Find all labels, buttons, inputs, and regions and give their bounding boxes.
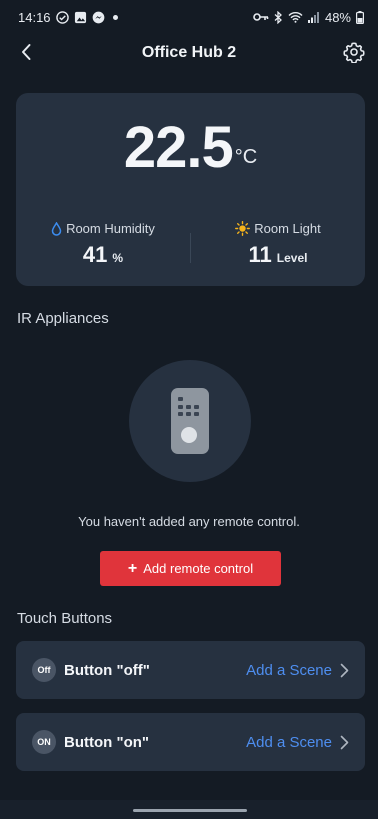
status-right: 48% bbox=[253, 10, 364, 25]
bluetooth-icon bbox=[274, 10, 283, 24]
check-circle-icon bbox=[55, 10, 69, 24]
humidity-label-row: Room Humidity bbox=[51, 221, 155, 236]
humidity-label: Room Humidity bbox=[66, 221, 155, 236]
app-header: Office Hub 2 bbox=[0, 34, 378, 72]
touch-button-row-on[interactable]: ON Button "on" Add a Scene bbox=[16, 713, 365, 771]
add-scene-link[interactable]: Add a Scene bbox=[246, 734, 332, 751]
light-value: 11 bbox=[248, 242, 272, 267]
settings-button[interactable] bbox=[340, 38, 368, 66]
humidity-value: 41 bbox=[82, 242, 108, 267]
chevron-right-icon bbox=[340, 735, 349, 750]
chevron-right-icon bbox=[340, 663, 349, 678]
temperature-value: 22.5 bbox=[123, 115, 234, 180]
wifi-icon bbox=[288, 11, 303, 23]
chevron-left-icon bbox=[22, 44, 31, 60]
status-left: 14:16 bbox=[18, 10, 118, 25]
off-badge-icon: Off bbox=[32, 658, 56, 682]
light-value-row: 11 Level bbox=[249, 242, 308, 268]
plus-icon: + bbox=[127, 559, 138, 577]
messenger-icon bbox=[92, 11, 105, 24]
empty-state-text: You haven't added any remote control. bbox=[78, 514, 300, 529]
add-remote-control-button[interactable]: + Add remote control bbox=[100, 551, 281, 586]
sensor-card: 22.5 °C Room Humidity 41 % Room Light 11… bbox=[16, 93, 365, 286]
humidity-metric: Room Humidity 41 % bbox=[16, 221, 190, 268]
add-scene-link[interactable]: Add a Scene bbox=[246, 662, 332, 679]
light-metric: Room Light 11 Level bbox=[191, 221, 365, 268]
back-button[interactable] bbox=[12, 38, 40, 66]
temperature-unit: °C bbox=[234, 146, 258, 168]
battery-percent: 48% bbox=[324, 9, 351, 25]
add-remote-control-label: Add remote control bbox=[143, 561, 254, 576]
touch-button-name: Button "off" bbox=[64, 661, 150, 679]
touch-button-row-off[interactable]: Off Button "off" Add a Scene bbox=[16, 641, 365, 699]
gear-icon bbox=[343, 42, 365, 63]
status-bar: 14:16 48% bbox=[0, 0, 378, 34]
light-unit: Level bbox=[276, 251, 308, 265]
temperature-display: 22.5 °C bbox=[16, 117, 365, 179]
page-title: Office Hub 2 bbox=[141, 44, 237, 61]
water-drop-icon bbox=[51, 221, 62, 236]
gallery-icon bbox=[74, 11, 87, 24]
light-label: Room Light bbox=[254, 221, 321, 236]
ir-section-title: IR Appliances bbox=[17, 310, 109, 327]
key-icon bbox=[253, 11, 269, 23]
touch-section-title: Touch Buttons bbox=[17, 610, 113, 627]
status-time: 14:16 bbox=[18, 9, 51, 25]
humidity-value-row: 41 % bbox=[83, 242, 123, 268]
touch-button-name: Button "on" bbox=[64, 733, 150, 751]
remote-control-icon bbox=[171, 388, 209, 454]
sun-icon bbox=[235, 221, 251, 236]
battery-icon bbox=[356, 10, 364, 24]
on-badge-icon: ON bbox=[32, 730, 56, 754]
home-indicator[interactable] bbox=[133, 809, 247, 812]
light-label-row: Room Light bbox=[235, 221, 321, 236]
humidity-unit: % bbox=[112, 251, 124, 265]
notification-dot-icon bbox=[112, 14, 118, 20]
signal-icon bbox=[307, 11, 320, 23]
remote-illustration bbox=[129, 360, 251, 482]
